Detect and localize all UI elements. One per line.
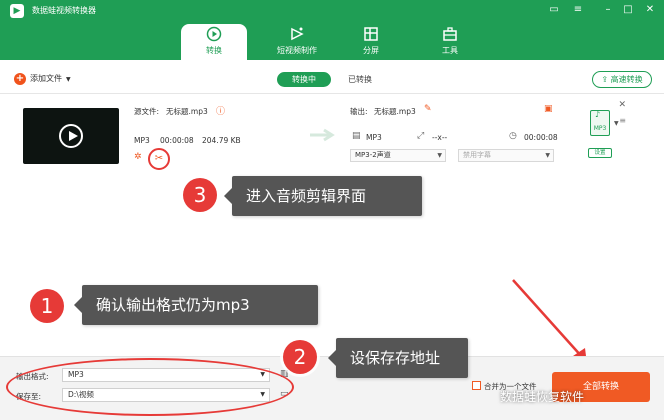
file-row: 源文件: 无标题.mp3 ⓘ MP3 00:00:08 204.79 KB ✲ … xyxy=(12,98,632,180)
remove-file-icon[interactable]: ✕ xyxy=(618,100,626,110)
minimize-icon[interactable]: – xyxy=(600,3,616,17)
tab-converted[interactable]: 已转换 xyxy=(340,72,380,87)
format-icon: ▤ xyxy=(352,131,361,141)
output-filename: 无标题.mp3 xyxy=(374,107,416,116)
info-icon[interactable]: ⓘ xyxy=(216,104,225,117)
plus-icon: + xyxy=(14,72,26,85)
annotation-number-1: 1 xyxy=(30,289,64,323)
output-format: MP3 xyxy=(366,133,382,142)
tab-converting[interactable]: 转换中 xyxy=(277,72,331,87)
subtitle-select[interactable]: 禁用字幕 ▼ xyxy=(458,149,554,162)
merge-checkbox[interactable] xyxy=(472,381,481,390)
tab-split-screen[interactable]: 分屏 xyxy=(338,24,404,60)
audio-channel-value: MP3-2声道 xyxy=(355,151,391,159)
tab-convert-label: 转换 xyxy=(206,46,222,55)
tab-short-video[interactable]: 短视频制作 xyxy=(264,24,330,60)
resolution-icon: ⤢ xyxy=(417,131,425,141)
source-label: 源文件: xyxy=(134,107,160,116)
close-window-icon[interactable]: ✕ xyxy=(642,3,658,17)
watermark: 数据蛙恢复软件 xyxy=(500,390,585,404)
toolbox-icon xyxy=(443,27,457,41)
magic-wand-icon[interactable]: ✲ xyxy=(134,152,142,162)
annotation-callout-2: 设保存存地址 xyxy=(328,338,468,378)
output-resolution: --x-- xyxy=(432,133,448,142)
tab-tools-label: 工具 xyxy=(442,46,458,55)
arrow-right-icon xyxy=(310,128,335,142)
app-title: 数据蛙视频转换器 xyxy=(32,6,96,15)
feedback-icon[interactable]: ▭ xyxy=(546,3,562,17)
fast-convert-label: 高速转换 xyxy=(610,75,643,84)
menu-icon[interactable]: ≡ xyxy=(570,3,586,17)
chevron-down-icon: ▼ xyxy=(66,76,71,83)
source-size: 204.79 KB xyxy=(202,136,241,145)
toolbar: + 添加文件 ▼ 转换中 已转换 ⇪ 高速转换 xyxy=(0,60,664,94)
fast-convert-button[interactable]: ⇪ 高速转换 xyxy=(592,71,652,88)
annotation-callout-1: 确认输出格式仍为mp3 xyxy=(74,285,318,325)
annotation-number-3: 3 xyxy=(183,178,217,212)
tab-tools[interactable]: 工具 xyxy=(417,24,483,60)
video-thumbnail[interactable] xyxy=(23,108,119,164)
edit-pencil-icon[interactable]: ✎ xyxy=(424,104,432,114)
output-label: 输出: xyxy=(350,107,368,116)
audio-channel-select[interactable]: MP3-2声道 ▼ xyxy=(350,149,446,162)
highlight-ellipse xyxy=(6,358,294,416)
tab-split-screen-label: 分屏 xyxy=(363,46,379,55)
chevron-down-icon: ▼ xyxy=(545,152,550,159)
play-icon[interactable] xyxy=(59,124,83,148)
add-file-button[interactable]: + 添加文件 ▼ xyxy=(14,72,71,86)
format-badge-label: MP3 xyxy=(593,125,607,132)
cut-scissors-icon[interactable]: ✂ xyxy=(148,148,170,170)
chevron-down-icon[interactable]: ▼ xyxy=(614,120,619,127)
title-bar: ▶ 数据蛙视频转换器 ▭ ≡ – □ ✕ 转换 短视频制作 分屏 工具 xyxy=(0,0,664,60)
annotation-number-2: 2 xyxy=(283,340,317,374)
preview-icon[interactable]: ▣ xyxy=(544,104,553,114)
tab-convert[interactable]: 转换 xyxy=(181,24,247,60)
add-file-label: 添加文件 xyxy=(30,74,62,83)
app-logo-icon: ▶ xyxy=(10,4,24,18)
short-video-icon xyxy=(291,27,304,41)
fast-convert-icon: ⇪ xyxy=(601,75,611,84)
output-duration: 00:00:08 xyxy=(524,133,558,142)
source-duration: 00:00:08 xyxy=(160,136,194,145)
convert-icon xyxy=(206,26,222,42)
clock-icon: ◷ xyxy=(509,131,517,141)
subtitle-value: 禁用字幕 xyxy=(463,151,491,159)
music-note-icon: ♪ xyxy=(595,110,601,119)
collapse-icon[interactable]: ≡ xyxy=(619,116,626,125)
annotation-callout-3: 进入音频剪辑界面 xyxy=(224,176,422,216)
chevron-down-icon: ▼ xyxy=(437,152,442,159)
maximize-icon[interactable]: □ xyxy=(620,3,636,17)
source-format: MP3 xyxy=(134,136,150,145)
split-screen-icon xyxy=(364,27,378,41)
source-filename: 无标题.mp3 xyxy=(166,107,208,116)
settings-button[interactable]: 设置 xyxy=(588,148,612,158)
tab-short-video-label: 短视频制作 xyxy=(277,46,317,55)
